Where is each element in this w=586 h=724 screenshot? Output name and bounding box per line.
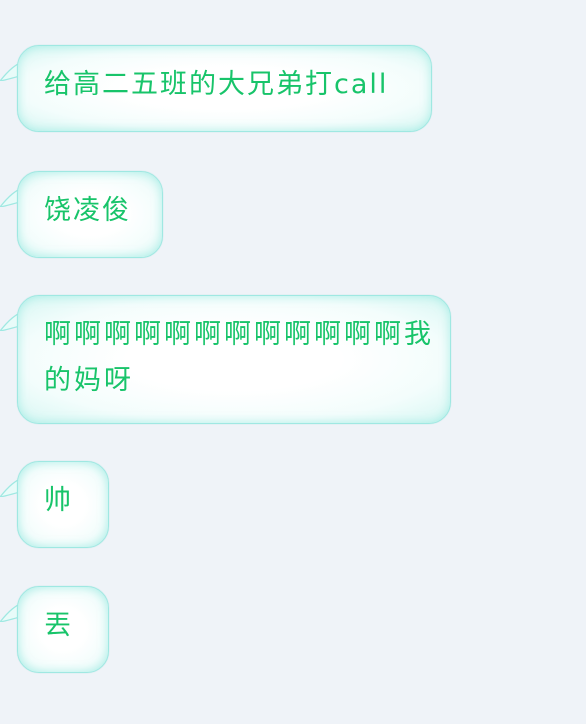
- message-bubble[interactable]: 啊啊啊啊啊啊啊啊啊啊啊啊我的妈呀: [17, 295, 451, 424]
- message-text: 丟: [44, 610, 73, 641]
- message-text: 帅: [44, 485, 73, 516]
- message-text: 啊啊啊啊啊啊啊啊啊啊啊啊我的妈呀: [44, 319, 434, 396]
- top-cut-off-text: ——: [212, 0, 252, 2]
- message-bubble[interactable]: 丟: [17, 586, 109, 673]
- message-bubble[interactable]: 帅: [17, 461, 109, 548]
- message-bubble[interactable]: 饶凌俊: [17, 171, 163, 258]
- message-bubble[interactable]: 给高二五班的大兄弟打call: [17, 45, 432, 132]
- message-text: 给高二五班的大兄弟打call: [44, 69, 389, 100]
- message-text: 饶凌俊: [44, 195, 131, 226]
